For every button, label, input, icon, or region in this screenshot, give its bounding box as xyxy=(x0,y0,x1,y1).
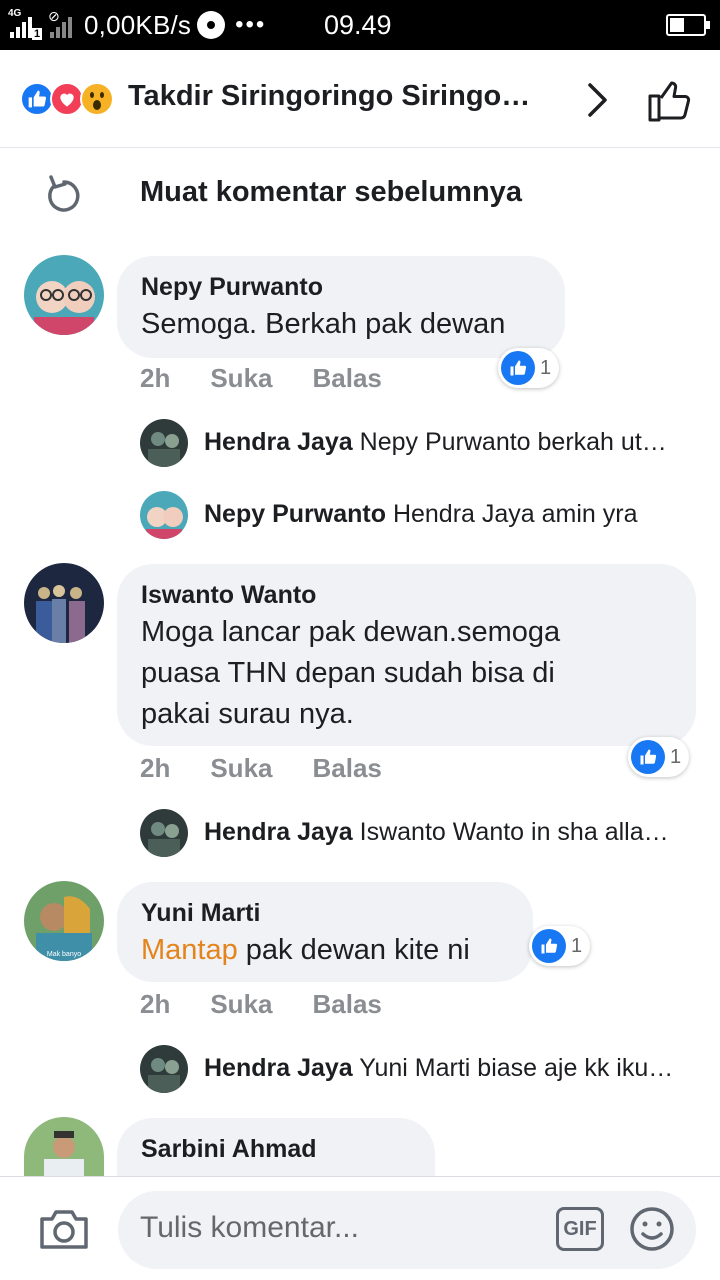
like-icon xyxy=(631,740,665,774)
reply-row[interactable]: Nepy Purwanto Hendra Jaya amin yra xyxy=(204,500,694,529)
comment-meta: 2h Suka Balas xyxy=(140,989,422,1020)
like-count: 1 xyxy=(540,356,552,379)
reply-text: Nepy Purwanto berkah ut… xyxy=(359,428,667,456)
avatar[interactable] xyxy=(24,1117,104,1176)
comment-bubble[interactable]: Yuni Marti Mantap pak dewan kite ni xyxy=(117,882,533,982)
comment-bubble[interactable]: Iswanto Wanto Moga lancar pak dewan.semo… xyxy=(117,564,696,746)
like-link[interactable]: Suka xyxy=(210,363,272,394)
comment-author[interactable]: Sarbini Ahmad xyxy=(141,1132,411,1166)
avatar[interactable]: Mak banyo xyxy=(24,881,104,961)
avatar[interactable] xyxy=(24,563,104,643)
reply-avatar[interactable] xyxy=(140,1045,188,1093)
comment-text: Semoga. Berkah pak dewan xyxy=(141,308,506,340)
comment-text-rest: pak dewan kite ni xyxy=(237,934,470,966)
chevron-right-icon[interactable] xyxy=(578,76,618,124)
reply-text: Hendra Jaya amin yra xyxy=(392,500,638,528)
reply-avatar[interactable] xyxy=(140,419,188,467)
comment-time: 2h xyxy=(140,989,171,1019)
reaction-summary[interactable] xyxy=(20,82,114,116)
wow-icon xyxy=(80,82,114,116)
reply-link[interactable]: Balas xyxy=(313,753,382,784)
comment-meta: 2h Suka Balas xyxy=(140,753,422,784)
reply-text: Yuni Marti biase aje kk iku… xyxy=(359,1054,674,1082)
reply-author[interactable]: Nepy Purwanto xyxy=(204,500,386,528)
signal-2-icon: ⊘ xyxy=(48,8,78,40)
load-previous-comments[interactable]: Muat komentar sebelumnya xyxy=(0,160,720,230)
comment-input-placeholder: Tulis komentar... xyxy=(140,1211,359,1244)
comment-input[interactable]: Tulis komentar... GIF xyxy=(118,1191,696,1269)
comment-like-count[interactable]: 1 xyxy=(628,737,690,777)
post-header: Takdir Siringoringo Siringo… xyxy=(0,50,720,148)
svg-text:Mak banyo: Mak banyo xyxy=(47,951,81,958)
comment-bubble[interactable]: Nepy Purwanto Semoga. Berkah pak dewan xyxy=(117,256,565,358)
like-link[interactable]: Suka xyxy=(210,989,272,1020)
comment-meta: 2h Suka Balas xyxy=(140,363,422,394)
status-bar: 4G 1 ⊘ 0,00KB/s ••• 09.49 xyxy=(0,0,720,50)
like-icon xyxy=(501,351,535,385)
comment-time: 2h xyxy=(140,363,171,393)
network-speed: 0,00KB/s xyxy=(84,9,192,40)
status-indicators: 4G 1 ⊘ 0,00KB/s ••• xyxy=(8,8,266,42)
signal-icon: 4G 1 xyxy=(8,8,42,40)
like-button-icon[interactable] xyxy=(646,74,692,124)
like-icon xyxy=(532,929,566,963)
reply-row[interactable]: Hendra Jaya Iswanto Wanto in sha alla… xyxy=(204,818,694,847)
reply-row[interactable]: Hendra Jaya Nepy Purwanto berkah ut… xyxy=(204,428,694,457)
reply-link[interactable]: Balas xyxy=(313,363,382,394)
reply-avatar[interactable] xyxy=(140,809,188,857)
status-time: 09.49 xyxy=(324,10,392,40)
love-icon xyxy=(50,82,84,116)
load-previous-label: Muat komentar sebelumnya xyxy=(140,176,522,208)
battery-level xyxy=(670,18,684,32)
reload-icon xyxy=(44,172,84,216)
comment-like-count[interactable]: 1 xyxy=(498,348,560,388)
like-count: 1 xyxy=(571,934,583,957)
comment-composer: Tulis komentar... GIF xyxy=(0,1176,720,1280)
reply-row[interactable]: Hendra Jaya Yuni Marti biase aje kk iku… xyxy=(204,1054,694,1083)
reply-avatar[interactable] xyxy=(140,491,188,539)
camera-icon[interactable] xyxy=(38,1207,90,1251)
chrome-icon xyxy=(197,11,226,39)
reply-author[interactable]: Hendra Jaya xyxy=(204,428,353,456)
avatar[interactable] xyxy=(24,255,104,335)
comment-bubble[interactable]: Sarbini Ahmad xyxy=(117,1118,435,1176)
comment-author[interactable]: Iswanto Wanto xyxy=(141,578,672,612)
like-count: 1 xyxy=(670,745,682,768)
reply-author[interactable]: Hendra Jaya xyxy=(204,1054,353,1082)
highlight-word[interactable]: Mantap xyxy=(141,934,238,966)
sim-indicator: 1 xyxy=(32,28,42,40)
reply-author[interactable]: Hendra Jaya xyxy=(204,818,353,846)
comment-text: Mantap pak dewan kite ni xyxy=(141,930,509,971)
more-notifications-icon: ••• xyxy=(235,11,267,38)
comment-text-line: Moga lancar pak dewan.semoga xyxy=(141,616,561,648)
reply-link[interactable]: Balas xyxy=(313,989,382,1020)
comment-time: 2h xyxy=(140,753,171,783)
gif-button[interactable]: GIF xyxy=(556,1207,604,1251)
comment-author[interactable]: Yuni Marti xyxy=(141,896,509,930)
battery-icon xyxy=(666,14,710,36)
like-link[interactable]: Suka xyxy=(210,753,272,784)
post-author-title[interactable]: Takdir Siringoringo Siringo… xyxy=(128,80,548,113)
comment-author[interactable]: Nepy Purwanto xyxy=(141,270,541,304)
like-icon xyxy=(20,82,54,116)
comment-like-count[interactable]: 1 xyxy=(529,926,591,966)
comment-text-line: pakai surau nya. xyxy=(141,698,354,730)
emoji-icon[interactable] xyxy=(628,1205,676,1253)
reply-text: Iswanto Wanto in sha alla… xyxy=(359,818,669,846)
comment-text-line: puasa THN depan sudah bisa di xyxy=(141,657,555,689)
